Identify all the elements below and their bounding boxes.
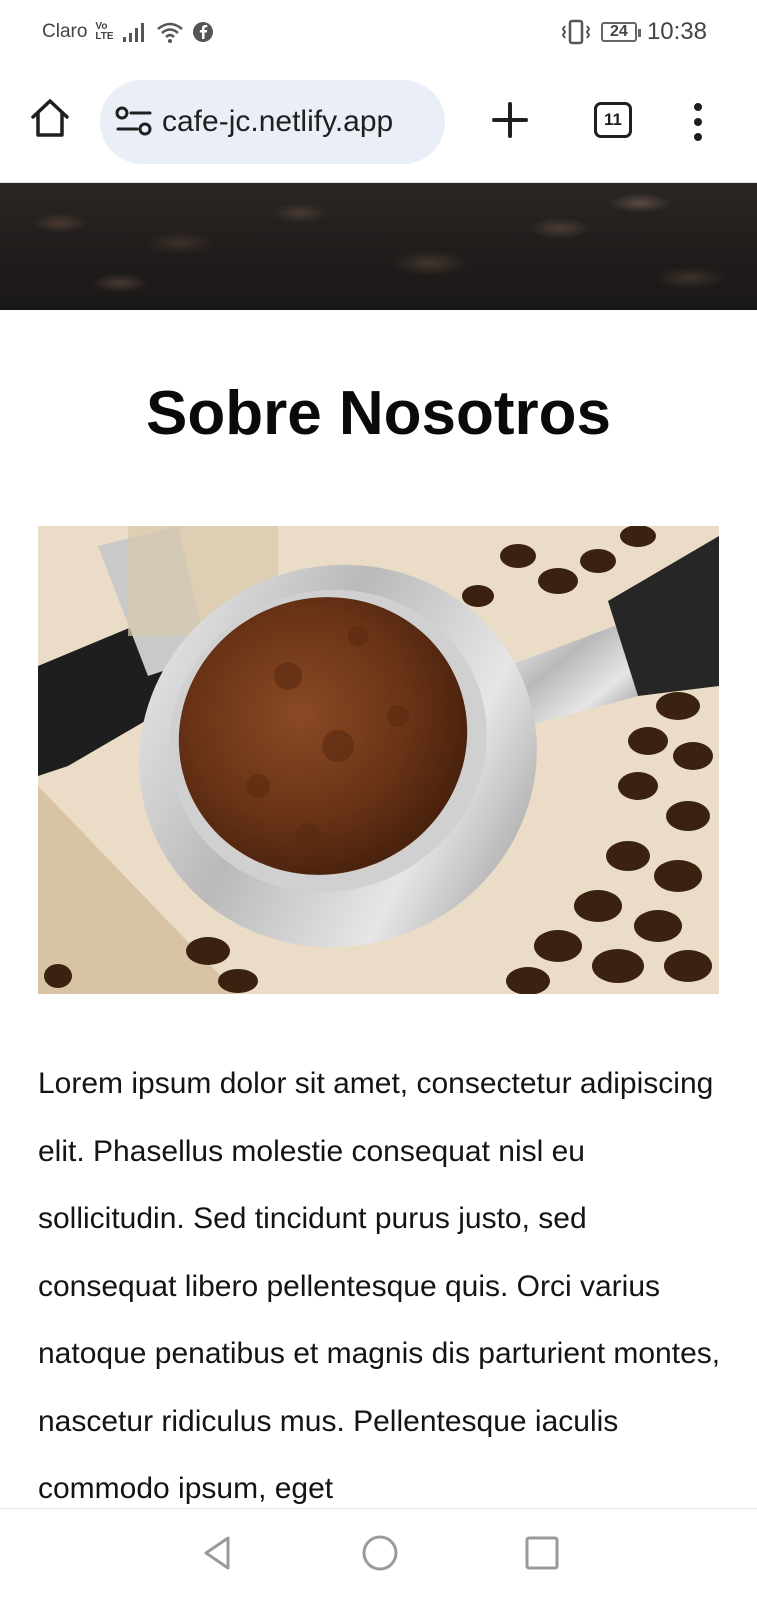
url-text[interactable]: cafe-jc.netlify.app bbox=[162, 105, 393, 139]
site-settings-icon[interactable] bbox=[114, 105, 154, 139]
back-icon[interactable] bbox=[198, 1533, 238, 1573]
system-nav-bar bbox=[0, 1508, 757, 1601]
status-bar: Claro Vo LTE 24 10:38 bbox=[0, 0, 757, 64]
volte-indicator: Vo LTE bbox=[95, 22, 113, 42]
volte-bottom: LTE bbox=[95, 31, 114, 42]
clock: 10:38 bbox=[646, 18, 707, 45]
tabs-icon[interactable]: 11 bbox=[594, 102, 632, 138]
carrier-name: Claro bbox=[42, 21, 88, 42]
more-menu-icon[interactable] bbox=[683, 100, 713, 144]
page-title: Sobre Nosotros bbox=[145, 379, 612, 448]
signal-icon bbox=[122, 23, 144, 42]
hero-coffee-beans-image bbox=[0, 183, 757, 310]
battery-icon: 24 bbox=[600, 22, 641, 42]
tab-count: 11 bbox=[604, 110, 622, 129]
home-icon[interactable] bbox=[28, 96, 72, 140]
recents-icon[interactable] bbox=[522, 1533, 562, 1573]
home-circle-icon[interactable] bbox=[360, 1533, 400, 1573]
facebook-icon bbox=[192, 22, 213, 42]
about-paragraph: Lorem ipsum dolor sit amet, consectetur … bbox=[38, 1067, 721, 1505]
status-left: Claro Vo LTE bbox=[42, 20, 214, 44]
vibrate-icon bbox=[561, 19, 591, 45]
wifi-icon bbox=[156, 22, 183, 43]
url-bar[interactable]: cafe-jc.netlify.app bbox=[100, 80, 445, 164]
browser-toolbar: cafe-jc.netlify.app 11 bbox=[0, 64, 757, 183]
new-tab-icon[interactable] bbox=[490, 100, 530, 140]
status-right: 24 10:38 bbox=[561, 18, 707, 46]
battery-level: 24 bbox=[610, 23, 628, 40]
coffee-portafilter-image bbox=[38, 526, 719, 994]
